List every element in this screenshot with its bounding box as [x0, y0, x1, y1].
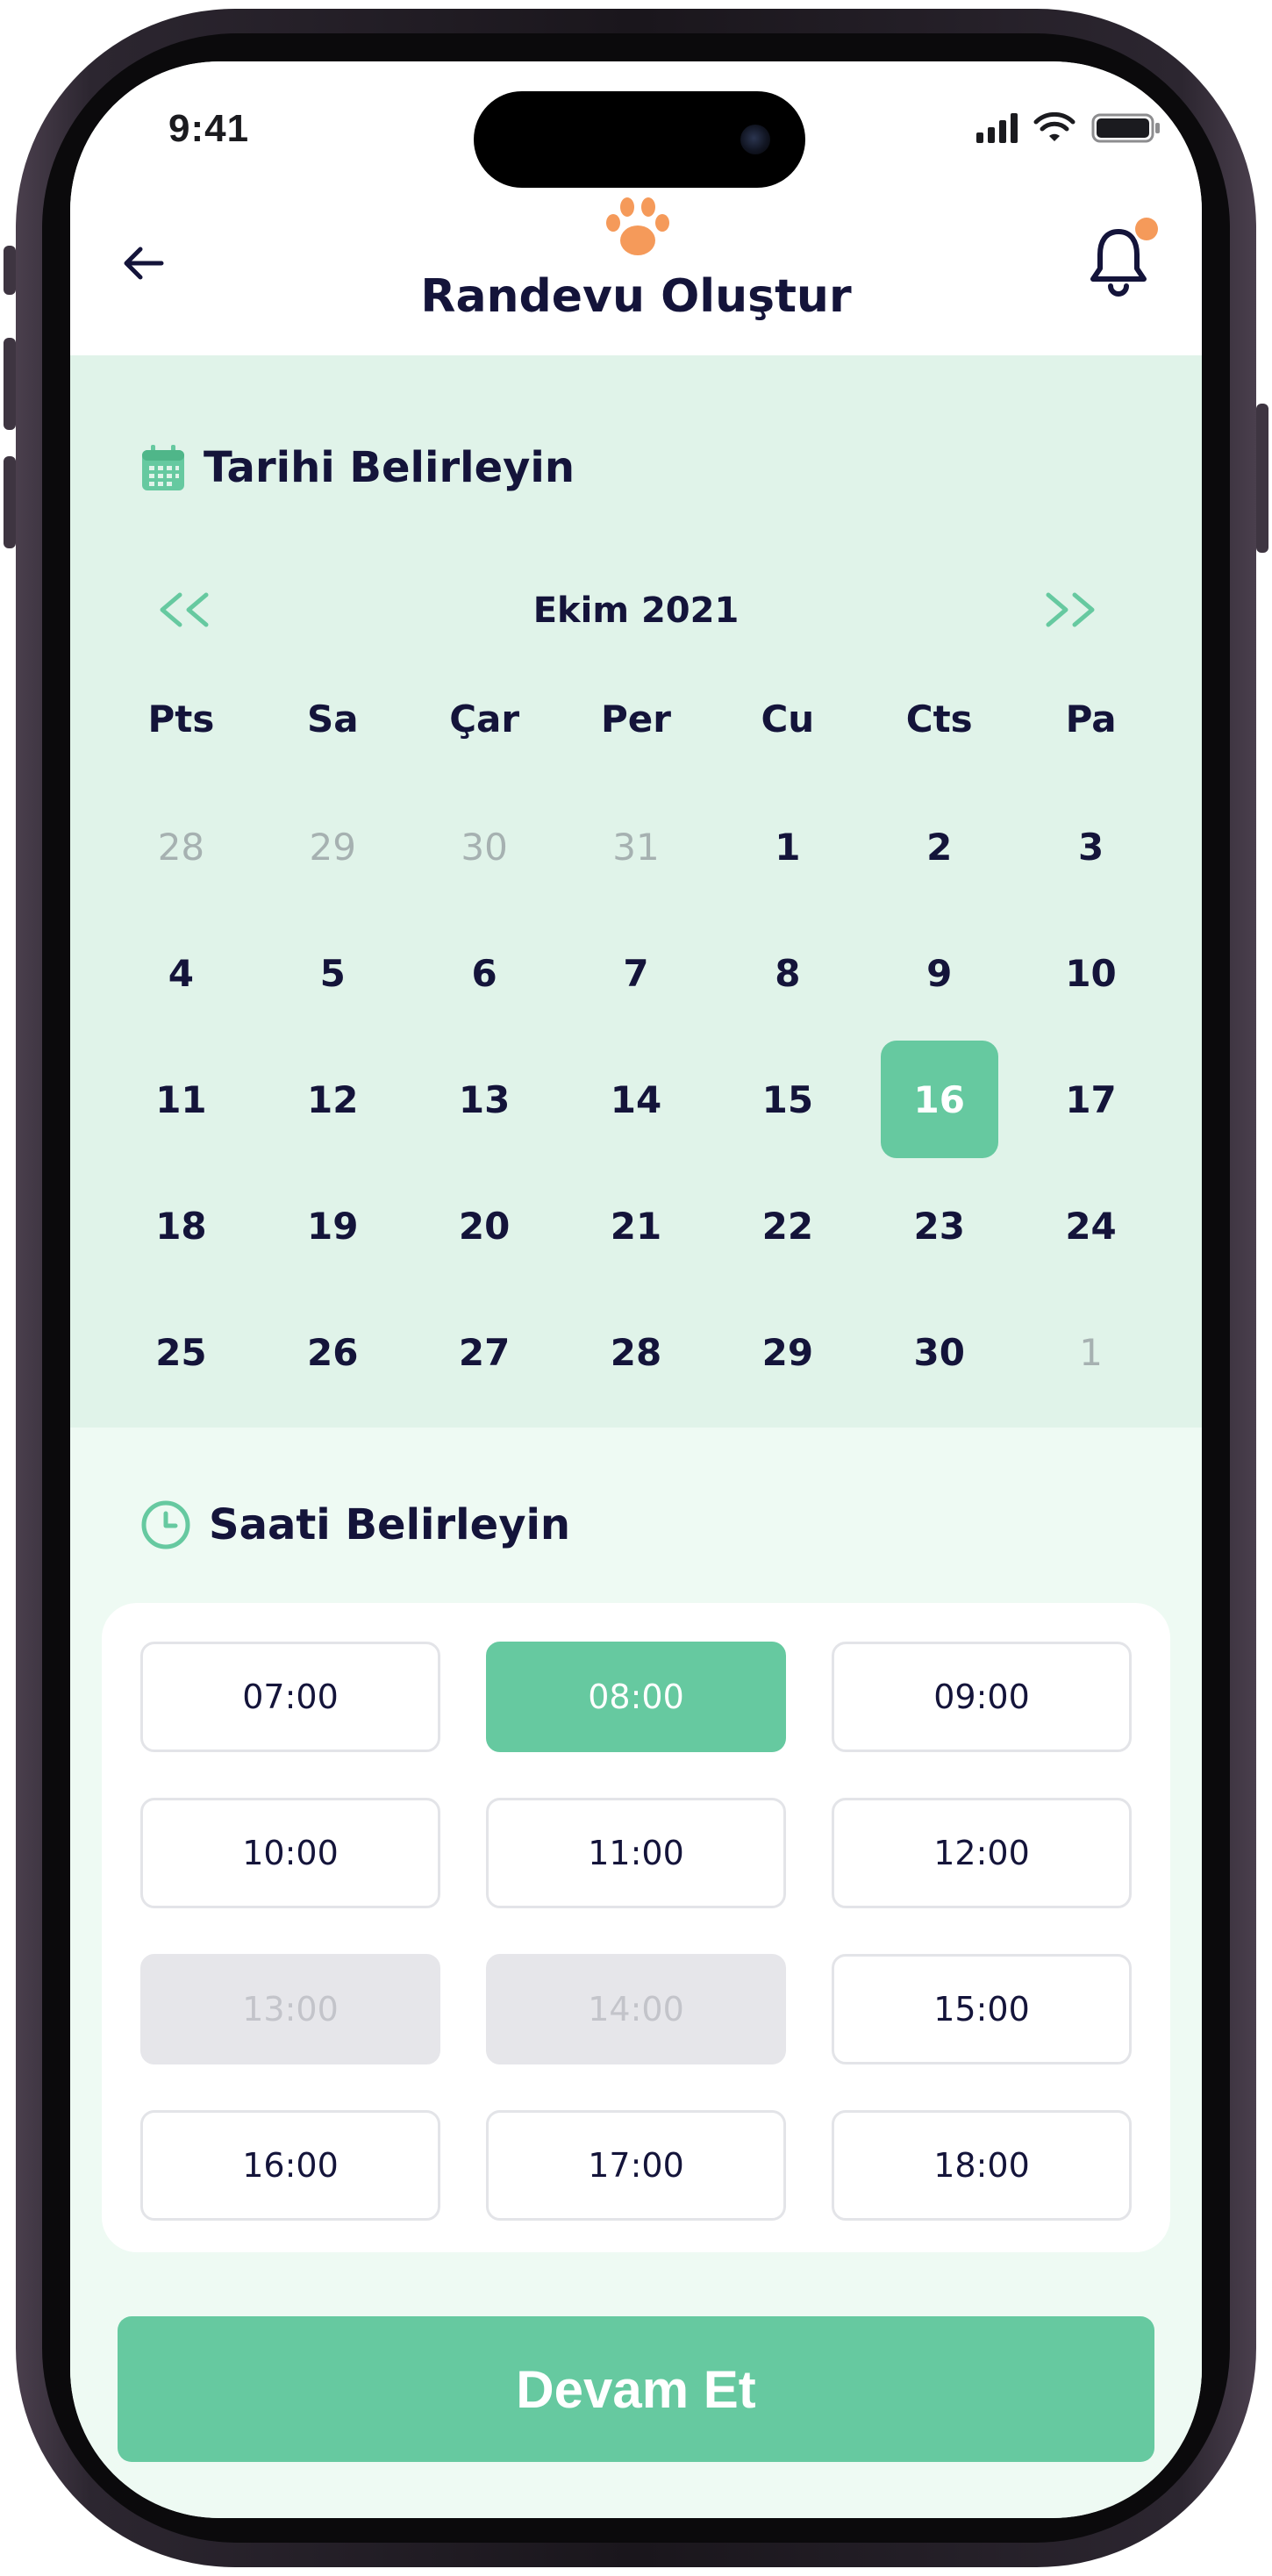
time-slot-disabled: 14:00 — [486, 1954, 786, 2064]
weekday-label: Çar — [449, 698, 520, 741]
page-title: Randevu Oluştur — [420, 270, 852, 323]
weekday-label: Cu — [761, 698, 815, 741]
calendar-day-number: 14 — [610, 1077, 662, 1121]
time-slot[interactable]: 12:00 — [832, 1798, 1132, 1908]
time-slot[interactable]: 07:00 — [140, 1642, 440, 1752]
calendar-day-number: 5 — [319, 951, 346, 995]
clock-icon — [141, 1500, 190, 1549]
weekday-header: Pts Sa Çar Per Cu Cts Pa — [105, 698, 1167, 741]
month-label: Ekim 2021 — [532, 590, 740, 631]
dynamic-island — [474, 91, 805, 188]
calendar-day[interactable]: 27 — [409, 1313, 561, 1439]
calendar-day-number: 1 — [1079, 1330, 1103, 1374]
time-slot[interactable]: 16:00 — [140, 2110, 440, 2221]
calendar-day-number: 21 — [610, 1204, 662, 1248]
calendar-icon — [142, 445, 184, 490]
time-slot[interactable]: 18:00 — [832, 2110, 1132, 2221]
cellular-signal-icon — [976, 113, 1018, 143]
time-slot-grid: 07:00 08:00 09:00 10:00 11:00 12:00 13:00 14:00… — [140, 1642, 1132, 2221]
month-navigation: Ekim 2021 — [70, 575, 1202, 645]
double-chevron-right-icon — [1046, 592, 1095, 627]
time-slot[interactable]: 10:00 — [140, 1798, 440, 1908]
calendar-day-number: 29 — [309, 825, 356, 869]
weekday-label: Pa — [1065, 698, 1117, 741]
next-month-button[interactable] — [1035, 575, 1105, 645]
status-icons — [976, 112, 1161, 144]
calendar-day[interactable]: 30 — [863, 1313, 1015, 1439]
time-slot-selected[interactable]: 08:00 — [486, 1642, 786, 1752]
time-slot-card: 07:00 08:00 09:00 10:00 11:00 12:00 13:00 14:00… — [102, 1603, 1170, 2252]
calendar-day-number: 9 — [926, 951, 953, 995]
weekday-label: Pts — [147, 698, 215, 741]
calendar-day-number: 16 — [880, 1041, 998, 1158]
calendar-grid: 28 29 30 31 1 2 3 4 5 6 7 8 9 10 11 12 13 14 15 16 17 18 19 20 2… — [105, 807, 1167, 1439]
calendar-day-number: 1 — [775, 825, 801, 869]
wifi-icon — [1033, 112, 1075, 141]
calendar-day-outside-month: 1 — [1015, 1313, 1167, 1439]
calendar-day-number: 22 — [761, 1204, 814, 1248]
calendar-day-number: 12 — [307, 1077, 359, 1121]
weekday-label: Per — [601, 698, 671, 741]
calendar-day-number: 30 — [461, 825, 508, 869]
date-section: Tarihi Belirleyin Ekim 2021 Pts Sa Çar Per C… — [70, 355, 1202, 1428]
action-button — [4, 246, 16, 295]
app-screen: 9:41 Randevu Oluştur Tarihi Belirleyin E… — [70, 61, 1202, 2518]
power-button — [1256, 404, 1268, 553]
notifications-button[interactable] — [1086, 218, 1158, 298]
calendar-day-number: 28 — [610, 1330, 662, 1374]
calendar-day-number: 18 — [155, 1204, 207, 1248]
calendar-day-number: 28 — [157, 825, 205, 869]
calendar-day-number: 25 — [155, 1330, 207, 1374]
calendar-day-number: 2 — [926, 825, 953, 869]
calendar-day[interactable]: 28 — [561, 1313, 712, 1439]
time-slot[interactable]: 15:00 — [832, 1954, 1132, 2064]
calendar-day-number: 27 — [458, 1330, 511, 1374]
battery-icon — [1091, 113, 1160, 143]
time-section-header: Saati Belirleyin — [140, 1499, 570, 1550]
calendar-day[interactable]: 26 — [257, 1313, 409, 1439]
calendar-day-number: 29 — [761, 1330, 814, 1374]
time-slot-disabled: 13:00 — [140, 1954, 440, 2064]
weekday-label: Cts — [905, 698, 973, 741]
calendar-day-number: 15 — [761, 1077, 814, 1121]
continue-button[interactable]: Devam Et — [118, 2316, 1154, 2462]
time-slot[interactable]: 09:00 — [832, 1642, 1132, 1752]
calendar-day[interactable]: 25 — [105, 1313, 257, 1439]
calendar-day-number: 4 — [168, 951, 195, 995]
time-slot[interactable]: 11:00 — [486, 1798, 786, 1908]
calendar-day-number: 17 — [1065, 1077, 1117, 1121]
notification-badge — [1135, 218, 1158, 240]
calendar-day-number: 20 — [458, 1204, 511, 1248]
calendar-day-number: 26 — [307, 1330, 359, 1374]
calendar-day-number: 8 — [775, 951, 801, 995]
calendar-day-number: 7 — [623, 951, 649, 995]
app-header: 9:41 Randevu Oluştur — [70, 61, 1202, 355]
paw-icon — [606, 197, 669, 255]
calendar-day-number: 3 — [1077, 825, 1104, 869]
calendar-day-number: 30 — [913, 1330, 965, 1374]
date-section-header: Tarihi Belirleyin — [140, 443, 575, 492]
calendar-day-number: 23 — [913, 1204, 965, 1248]
calendar-day-number: 10 — [1065, 951, 1117, 995]
calendar-day-number: 19 — [307, 1204, 359, 1248]
calendar-day-number: 31 — [612, 825, 660, 869]
weekday-label: Sa — [306, 698, 359, 741]
calendar-day-number: 24 — [1065, 1204, 1117, 1248]
volume-up-button — [4, 338, 16, 430]
time-section-title: Saati Belirleyin — [209, 1500, 571, 1549]
time-slot[interactable]: 17:00 — [486, 2110, 786, 2221]
date-section-title: Tarihi Belirleyin — [204, 443, 575, 492]
camera-icon — [740, 125, 770, 154]
volume-down-button — [4, 456, 16, 548]
calendar-day-number: 13 — [458, 1077, 511, 1121]
calendar-day[interactable]: 29 — [711, 1313, 863, 1439]
calendar-day-number: 11 — [155, 1077, 207, 1121]
calendar-day-number: 6 — [471, 951, 497, 995]
status-time: 9:41 — [168, 107, 250, 150]
